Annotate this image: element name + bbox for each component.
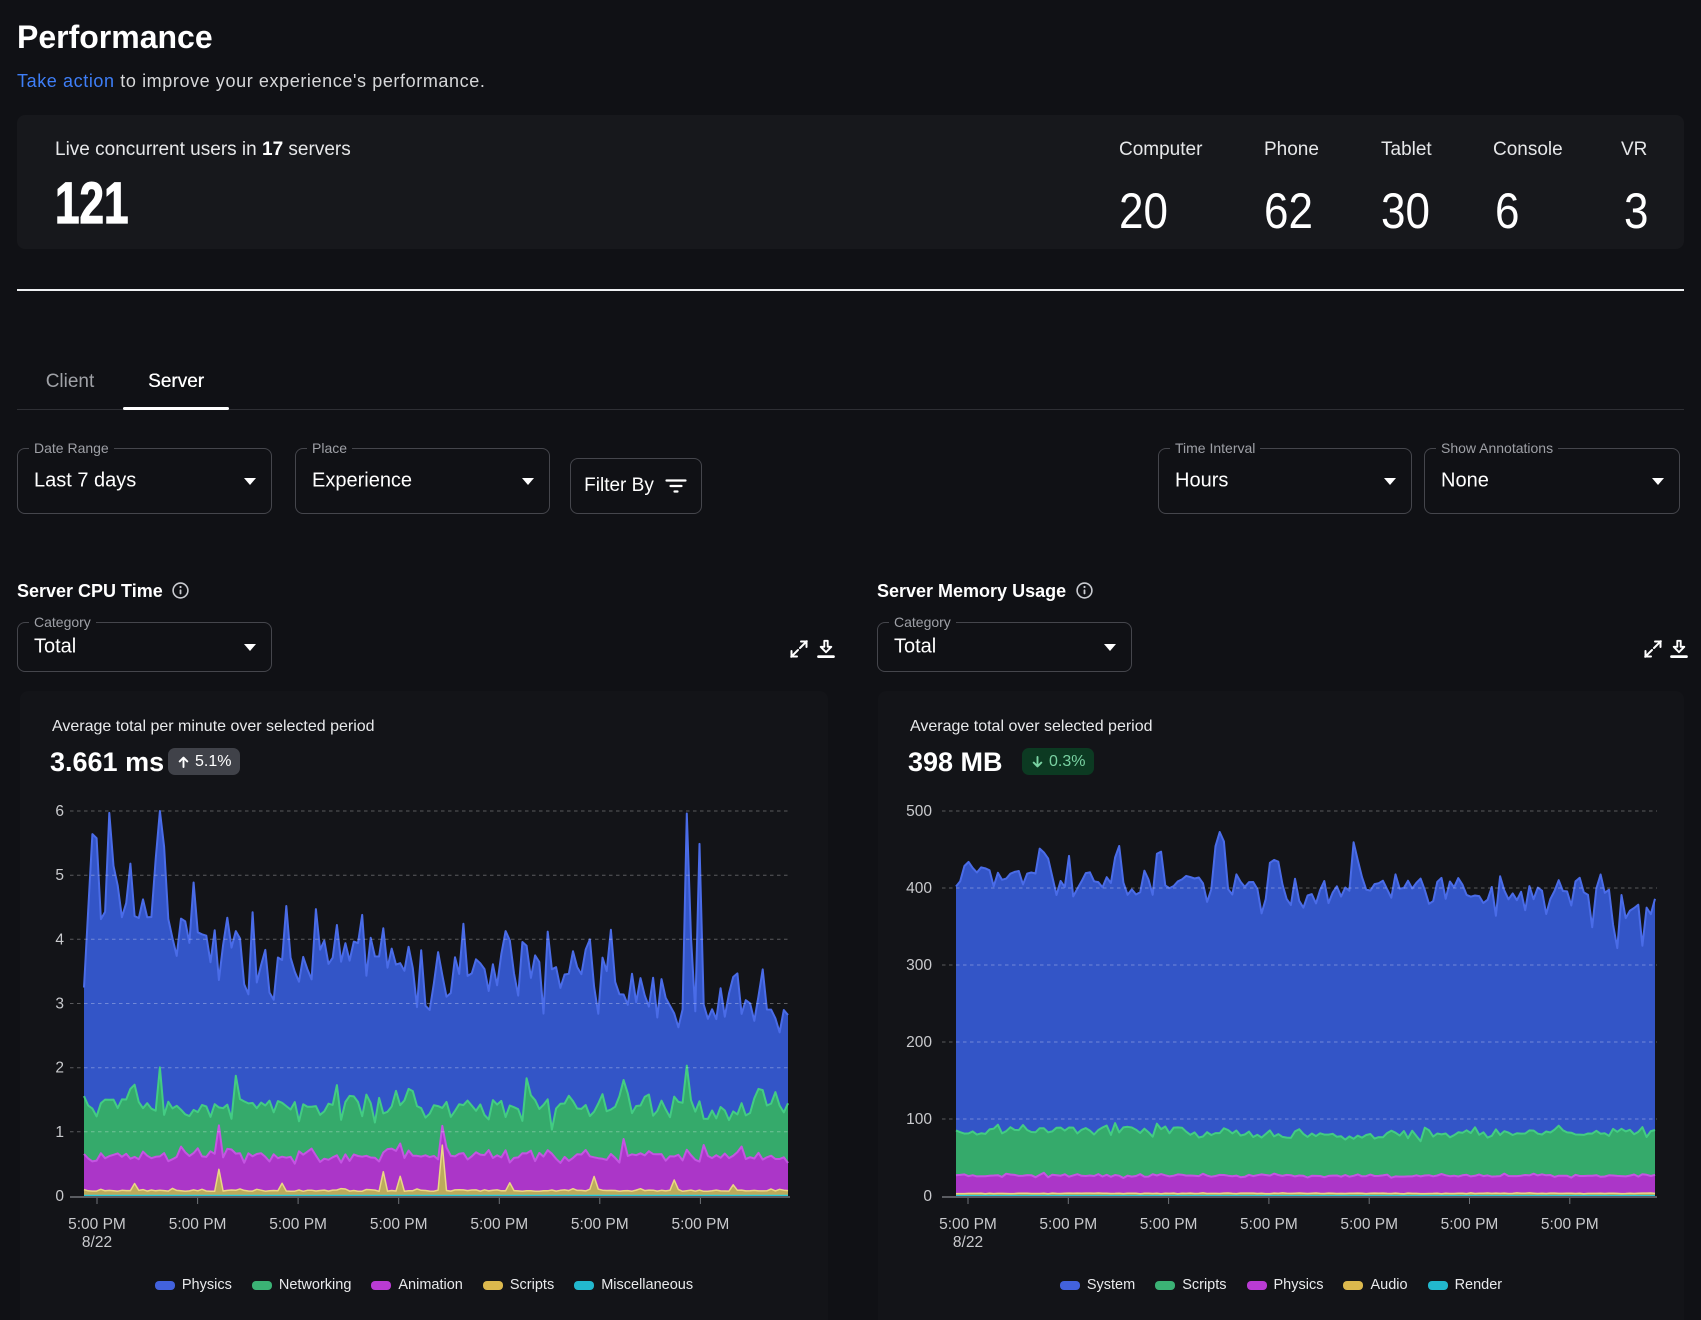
svg-text:200: 200 [906,1034,932,1051]
svg-text:0: 0 [923,1188,932,1205]
svg-text:5:00 PM: 5:00 PM [1541,1216,1599,1233]
svg-text:0: 0 [55,1188,64,1205]
svg-text:5:00 PM: 5:00 PM [1441,1216,1499,1233]
svg-text:400: 400 [906,880,932,897]
svg-text:5:00 PM: 5:00 PM [939,1216,997,1233]
svg-text:6: 6 [55,803,64,820]
svg-text:3: 3 [55,996,64,1013]
svg-text:5:00 PM: 5:00 PM [571,1216,629,1233]
svg-text:5:00 PM: 5:00 PM [1140,1216,1198,1233]
svg-text:300: 300 [906,957,932,974]
svg-text:100: 100 [906,1111,932,1128]
svg-text:5:00 PM: 5:00 PM [470,1216,528,1233]
svg-text:5:00 PM: 5:00 PM [169,1216,227,1233]
svg-text:5:00 PM: 5:00 PM [269,1216,327,1233]
svg-text:5:00 PM: 5:00 PM [1240,1216,1298,1233]
svg-text:8/22: 8/22 [953,1234,983,1251]
svg-text:5:00 PM: 5:00 PM [68,1216,126,1233]
svg-text:500: 500 [906,803,932,820]
svg-text:8/22: 8/22 [82,1234,112,1251]
svg-text:4: 4 [55,931,64,948]
svg-text:5:00 PM: 5:00 PM [672,1216,730,1233]
svg-text:5: 5 [55,867,64,884]
svg-text:5:00 PM: 5:00 PM [370,1216,428,1233]
svg-text:2: 2 [55,1060,64,1077]
svg-text:1: 1 [55,1124,64,1141]
svg-text:5:00 PM: 5:00 PM [1340,1216,1398,1233]
svg-text:5:00 PM: 5:00 PM [1039,1216,1097,1233]
